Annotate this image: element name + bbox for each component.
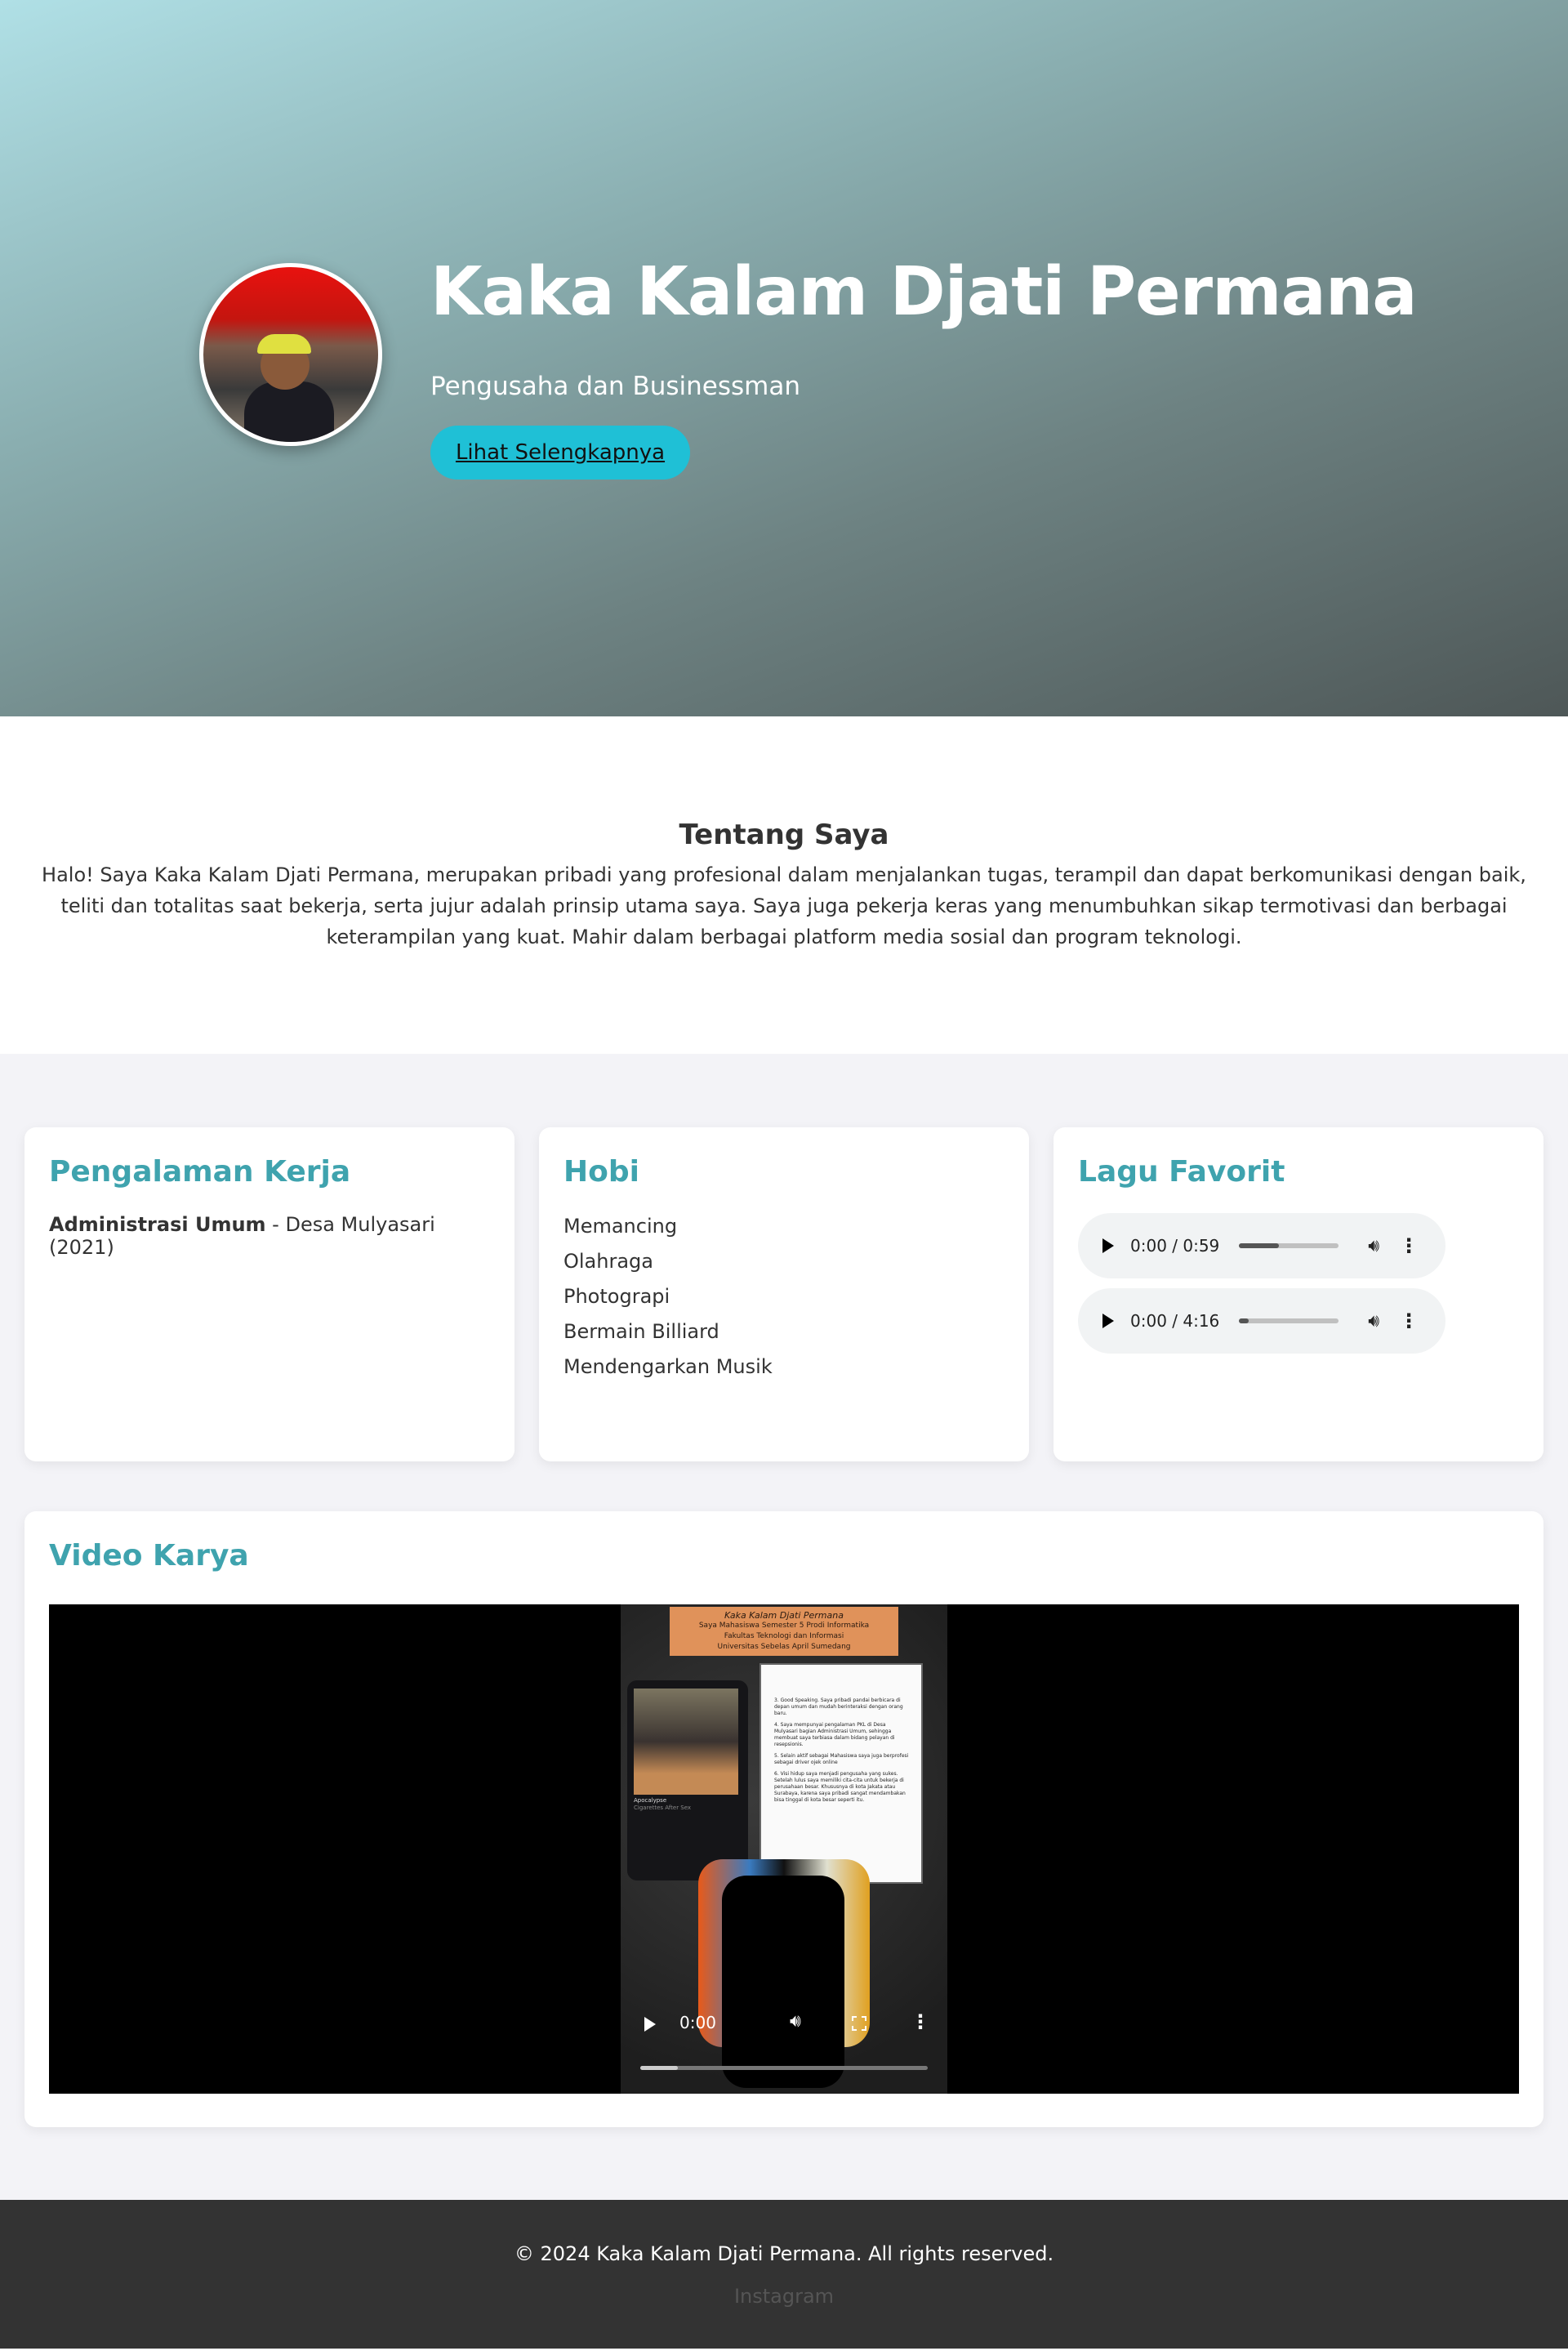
audio-time: 0:00 / 4:16 bbox=[1130, 1311, 1220, 1331]
about-title: Tentang Saya bbox=[679, 819, 889, 851]
more-options-icon[interactable]: ⋮ bbox=[911, 2010, 930, 2033]
play-icon[interactable] bbox=[1102, 1238, 1114, 1253]
experience-role: Administrasi Umum bbox=[49, 1213, 266, 1236]
profile-subtitle: Pengusaha dan Businessman bbox=[430, 372, 800, 401]
profile-avatar bbox=[199, 263, 382, 446]
about-text: Halo! Saya Kaka Kalam Djati Permana, mer… bbox=[42, 863, 1526, 948]
volume-fill bbox=[1239, 1243, 1280, 1248]
volume-fill bbox=[1239, 1318, 1250, 1323]
video-time: 0:00 bbox=[679, 2013, 716, 2032]
more-options-icon[interactable]: ⋮ bbox=[1399, 1234, 1419, 1257]
footer: © 2024 Kaka Kalam Djati Permana. All rig… bbox=[0, 2200, 1568, 2349]
audio-time: 0:00 / 0:59 bbox=[1130, 1236, 1220, 1256]
experience-item: Administrasi Umum - Desa Mulyasari (2021… bbox=[49, 1213, 490, 1259]
volume-icon[interactable]: 🔊︎ bbox=[1368, 1311, 1379, 1332]
more-options-icon[interactable]: ⋮ bbox=[1399, 1309, 1419, 1332]
volume-icon[interactable]: 🔊︎ bbox=[1368, 1236, 1379, 1256]
experience-card: Pengalaman Kerja Administrasi Umum - Des… bbox=[24, 1127, 514, 1461]
volume-slider[interactable] bbox=[1239, 1243, 1339, 1248]
play-icon[interactable] bbox=[1102, 1314, 1114, 1328]
play-icon[interactable] bbox=[644, 2017, 656, 2032]
hobby-title: Hobi bbox=[564, 1155, 639, 1189]
hobby-card: Hobi Memancing Olahraga Photograpi Berma… bbox=[539, 1127, 1029, 1461]
songs-card: Lagu Favorit 0:00 / 0:59 🔊︎ ⋮ 0:00 / 4:1… bbox=[1054, 1127, 1544, 1461]
content-section: Pengalaman Kerja Administrasi Umum - Des… bbox=[0, 1054, 1568, 2200]
video-title: Video Karya bbox=[49, 1539, 249, 1573]
about-section: Tentang Saya Halo! Saya Kaka Kalam Djati… bbox=[0, 716, 1568, 1054]
copyright-text: © 2024 Kaka Kalam Djati Permana. All rig… bbox=[514, 2242, 1054, 2265]
video-controls: 0:00 🔊︎ ⋮ bbox=[621, 1604, 947, 2094]
experience-title: Pengalaman Kerja bbox=[49, 1155, 351, 1189]
video-card: Video Karya Kaka Kalam Djati Permana Say… bbox=[24, 1511, 1544, 2127]
video-progress-fill bbox=[640, 2066, 678, 2070]
see-more-button[interactable]: Lihat Selengkapnya bbox=[430, 426, 690, 480]
video-progress-bar[interactable] bbox=[640, 2066, 928, 2070]
fullscreen-icon[interactable] bbox=[852, 2016, 866, 2031]
hobby-list: Memancing Olahraga Photograpi Bermain Bi… bbox=[564, 1205, 1004, 1389]
hobby-item: Mendengarkan Musik bbox=[564, 1355, 773, 1378]
audio-player[interactable]: 0:00 / 0:59 🔊︎ ⋮ bbox=[1078, 1213, 1446, 1278]
volume-slider[interactable] bbox=[1239, 1318, 1339, 1323]
avatar-cap-shape bbox=[257, 334, 311, 354]
songs-title: Lagu Favorit bbox=[1078, 1155, 1285, 1189]
hero-section: Kaka Kalam Djati Permana Pengusaha dan B… bbox=[0, 0, 1568, 716]
video-player[interactable]: Kaka Kalam Djati Permana Saya Mahasiswa … bbox=[49, 1604, 1519, 2094]
audio-player[interactable]: 0:00 / 4:16 🔊︎ ⋮ bbox=[1078, 1288, 1446, 1354]
avatar-body-shape bbox=[244, 381, 334, 442]
instagram-link[interactable]: Instagram bbox=[0, 2285, 1568, 2308]
profile-name: Kaka Kalam Djati Permana bbox=[430, 253, 1418, 331]
volume-icon[interactable]: 🔊︎ bbox=[790, 2011, 801, 2032]
